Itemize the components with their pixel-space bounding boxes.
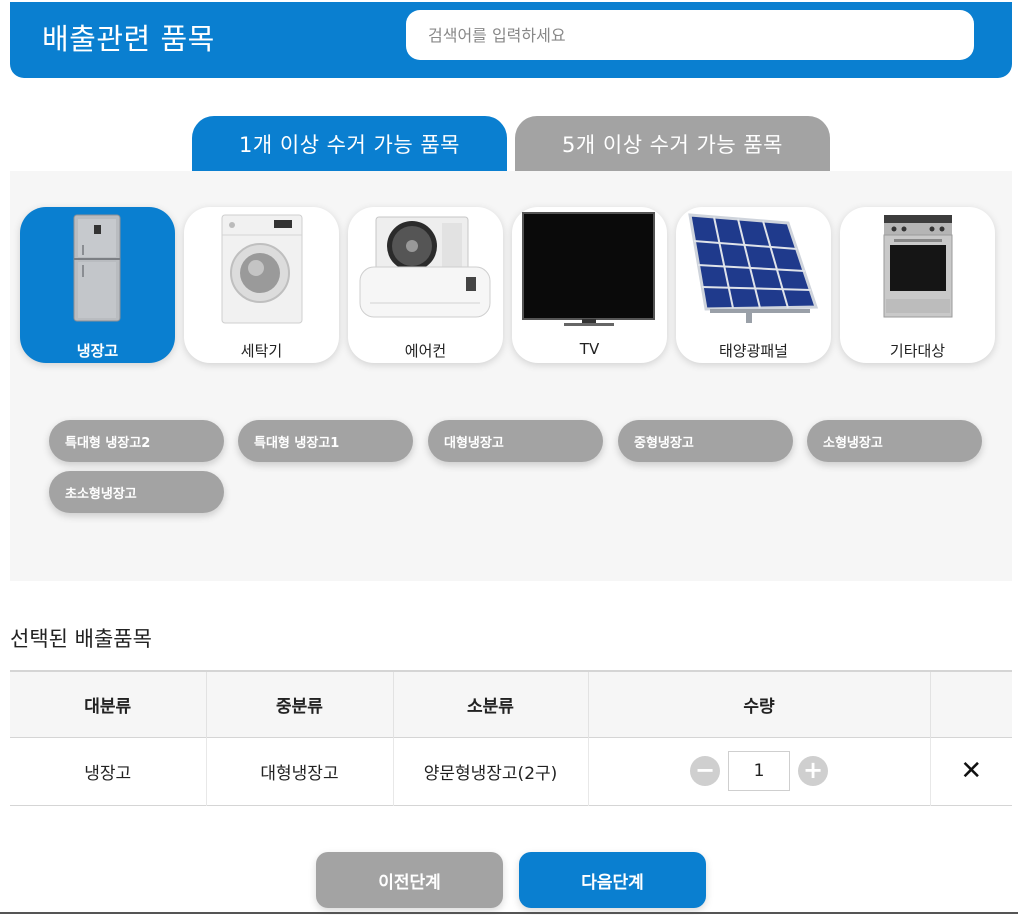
column-header-quantity: 수량 [588,671,931,737]
category-other[interactable]: 기타대상 [840,207,995,363]
subcategory-chip[interactable]: 소형냉장고 [807,420,982,462]
column-header-action [930,671,1012,737]
column-header-major: 대분류 [10,671,207,737]
tab-five-or-more[interactable]: 5개 이상 수거 가능 품목 [515,116,830,172]
page: 배출관련 품목 1개 이상 수거 가능 품목 5개 이상 수거 가능 품목 냉장… [0,0,1018,915]
table-row: 냉장고 대형냉장고 양문형냉장고(2구) − + ✕ [10,737,1012,805]
next-step-button[interactable]: 다음단계 [519,852,706,908]
category-label: 냉장고 [76,342,119,360]
minus-icon[interactable]: − [690,756,720,786]
column-header-middle: 중분류 [206,671,394,737]
tab-one-or-more[interactable]: 1개 이상 수거 가능 품목 [192,116,507,172]
category-tv[interactable]: TV [512,207,667,363]
washing-machine-icon [221,214,303,324]
cell-quantity: − + [588,737,931,805]
category-label: 태양광패널 [718,342,788,360]
category-label: 에어컨 [404,342,447,360]
subcategory-chip[interactable]: 특대형 냉장고2 [49,420,224,462]
cell-major: 냉장고 [10,737,207,805]
subcategory-chip[interactable]: 중형냉장고 [618,420,793,462]
refrigerator-icon [73,214,121,322]
category-washing-machine[interactable]: 세탁기 [184,207,339,363]
category-panel: 냉장고 세탁기 에어컨 TV 태양광패널 기타대상 특대형 냉장고2 특대형 냉… [10,171,1012,581]
category-refrigerator[interactable]: 냉장고 [20,207,175,363]
page-title: 배출관련 품목 [42,22,215,56]
prev-step-button[interactable]: 이전단계 [316,852,503,908]
quantity-input[interactable] [728,751,790,791]
subcategory-chip[interactable]: 초소형냉장고 [49,471,224,513]
category-air-conditioner[interactable]: 에어컨 [348,207,503,363]
category-label: 기타대상 [889,342,946,360]
close-icon[interactable]: ✕ [960,756,982,786]
search-input[interactable] [406,10,974,60]
bottom-divider [0,912,1018,914]
category-solar-panel[interactable]: 태양광패널 [676,207,831,363]
table-header-row: 대분류 중분류 소분류 수량 [10,671,1012,737]
category-label: TV [579,340,600,358]
subcategory-chip[interactable]: 대형냉장고 [428,420,603,462]
subcategory-chip[interactable]: 특대형 냉장고1 [238,420,413,462]
header-bar: 배출관련 품목 [10,2,1012,78]
tv-icon [522,212,655,326]
stove-icon [883,215,953,318]
quantity-stepper: − + [589,751,930,791]
cell-middle: 대형냉장고 [206,737,394,805]
category-label: 세탁기 [240,342,283,360]
cell-minor: 양문형냉장고(2구) [393,737,589,805]
cell-action: ✕ [930,737,1012,805]
plus-icon[interactable]: + [798,756,828,786]
column-header-minor: 소분류 [393,671,589,737]
air-conditioner-icon [359,216,491,318]
selected-items-table: 대분류 중분류 소분류 수량 냉장고 대형냉장고 양문형냉장고(2구) − + [10,670,1012,806]
selected-items-title: 선택된 배출품목 [10,627,152,651]
solar-panel-icon [688,213,819,323]
